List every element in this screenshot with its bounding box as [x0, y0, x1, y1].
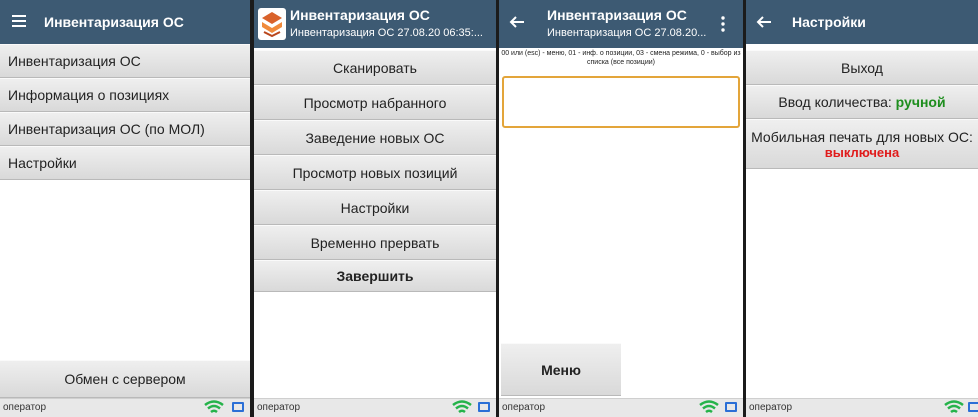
- barcode-input[interactable]: [502, 76, 740, 128]
- mobile-print-label: Мобильная печать для новых ОС:: [751, 128, 973, 145]
- back-arrow-icon[interactable]: [756, 14, 772, 30]
- operator-label: оператор: [257, 402, 301, 413]
- app-header: Настройки: [746, 0, 978, 44]
- mobile-print-value: выключена: [824, 144, 900, 160]
- status-bar: оператор: [746, 398, 978, 417]
- wifi-icon: [944, 400, 964, 417]
- quantity-label: Ввод количества:: [778, 94, 892, 110]
- screen-main-menu: Инвентаризация ОС Инвентаризация ОС Инфо…: [0, 0, 250, 417]
- operator-label: оператор: [502, 402, 546, 413]
- page-title: Инвентаризация ОС: [290, 7, 430, 23]
- finish-button[interactable]: Завершить: [254, 260, 496, 292]
- operator-label: оператор: [3, 402, 47, 413]
- app-header: Инвентаризация ОС Инвентаризация ОС 27.0…: [499, 0, 743, 48]
- hamburger-menu-icon[interactable]: [12, 14, 26, 28]
- app-header: Инвентаризация ОС Инвентаризация ОС 27.0…: [254, 0, 496, 48]
- app-logo-icon: [258, 8, 286, 40]
- monitor-icon: [725, 402, 737, 412]
- menu-button[interactable]: Меню: [501, 343, 621, 396]
- app-header: Инвентаризация ОС: [0, 0, 250, 44]
- screen-inventory-actions: Инвентаризация ОС Инвентаризация ОС 27.0…: [254, 0, 496, 417]
- menu-item-position-info[interactable]: Информация о позициях: [0, 78, 250, 112]
- quantity-mode-value: ручной: [895, 94, 946, 110]
- status-bar: оператор: [254, 398, 496, 417]
- scan-button[interactable]: Сканировать: [254, 50, 496, 85]
- settings-button[interactable]: Настройки: [254, 190, 496, 225]
- page-title: Инвентаризация ОС: [547, 7, 687, 23]
- exit-button[interactable]: Выход: [746, 50, 978, 85]
- menu-item-settings[interactable]: Настройки: [0, 146, 250, 180]
- view-collected-button[interactable]: Просмотр набранного: [254, 85, 496, 120]
- more-vert-icon[interactable]: [720, 16, 726, 32]
- screen-scan: Инвентаризация ОС Инвентаризация ОС 27.0…: [499, 0, 743, 417]
- wifi-icon: [204, 400, 224, 417]
- status-bar: оператор: [499, 398, 743, 417]
- screen-settings: Настройки Выход Ввод количества: ручной …: [746, 0, 978, 417]
- hint-text: 00 или (esc) - меню, 01 - инф. о позиции…: [501, 50, 741, 66]
- page-subtitle: Инвентаризация ОС 27.08.20...: [547, 27, 707, 39]
- pause-button[interactable]: Временно прервать: [254, 225, 496, 260]
- wifi-icon: [452, 400, 472, 417]
- back-arrow-icon[interactable]: [509, 14, 525, 30]
- menu-item-inventory[interactable]: Инвентаризация ОС: [0, 44, 250, 78]
- view-new-positions-button[interactable]: Просмотр новых позиций: [254, 155, 496, 190]
- server-exchange-button[interactable]: Обмен с сервером: [0, 360, 250, 398]
- page-title: Инвентаризация ОС: [44, 14, 184, 30]
- page-subtitle: Инвентаризация ОС 27.08.20 06:35:...: [290, 27, 483, 39]
- mobile-print-button[interactable]: Мобильная печать для новых ОС: выключена: [746, 119, 978, 169]
- quantity-input-mode-button[interactable]: Ввод количества: ручной: [746, 85, 978, 119]
- monitor-icon: [968, 402, 978, 412]
- menu-item-inventory-mol[interactable]: Инвентаризация ОС (по МОЛ): [0, 112, 250, 146]
- status-bar: оператор: [0, 398, 250, 417]
- monitor-icon: [478, 402, 490, 412]
- monitor-icon: [232, 402, 244, 412]
- page-title: Настройки: [792, 14, 866, 30]
- wifi-icon: [699, 400, 719, 417]
- operator-label: оператор: [749, 402, 793, 413]
- add-new-assets-button[interactable]: Заведение новых ОС: [254, 120, 496, 155]
